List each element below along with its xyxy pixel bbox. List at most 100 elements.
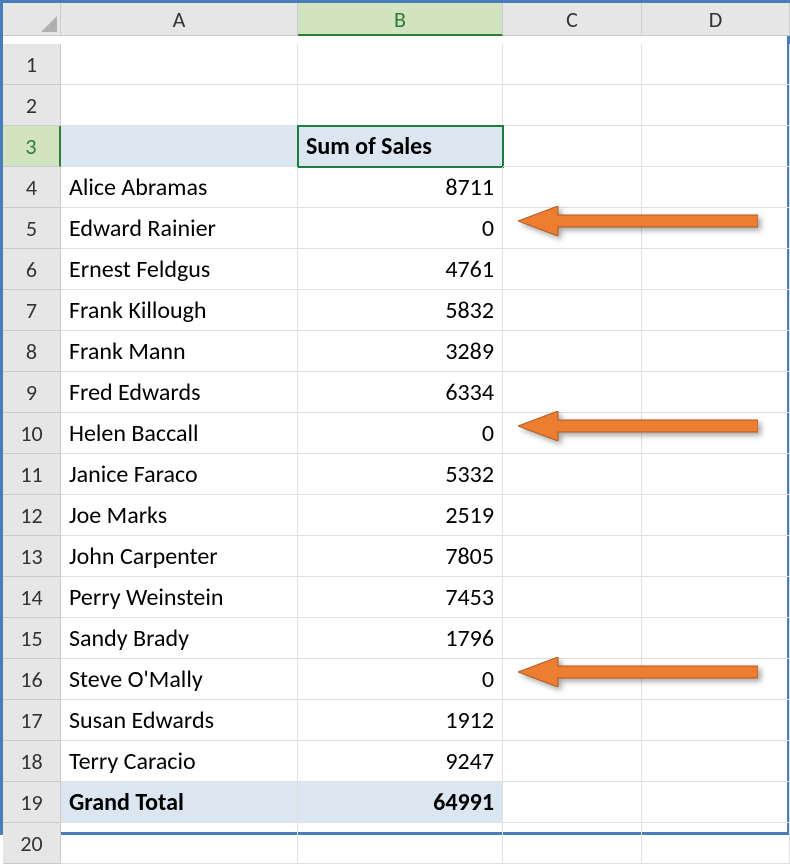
cell[interactable] [503, 249, 642, 290]
cell[interactable] [503, 741, 642, 782]
cell[interactable]: 0 [298, 208, 503, 249]
cell[interactable]: Terry Caracio [61, 741, 298, 782]
cell[interactable] [642, 454, 790, 495]
cell[interactable]: 1796 [298, 618, 503, 659]
column-header-c[interactable]: C [503, 3, 642, 36]
cell[interactable] [503, 577, 642, 618]
cell[interactable] [503, 495, 642, 536]
cell[interactable] [642, 495, 790, 536]
cell[interactable] [642, 372, 790, 413]
row-header[interactable]: 1 [3, 44, 61, 85]
cell[interactable]: John Carpenter [61, 536, 298, 577]
row-header[interactable]: 19 [3, 782, 61, 823]
cell[interactable]: Alice Abramas [61, 167, 298, 208]
cell[interactable] [298, 823, 503, 864]
cell[interactable] [298, 44, 503, 85]
cell[interactable] [642, 618, 790, 659]
cell[interactable] [503, 823, 642, 864]
row-header[interactable]: 9 [3, 372, 61, 413]
cell[interactable] [503, 208, 642, 249]
cell[interactable] [642, 208, 790, 249]
cell[interactable] [642, 782, 790, 823]
column-header-a[interactable]: A [61, 3, 298, 36]
cell[interactable]: 2519 [298, 495, 503, 536]
cell[interactable]: Fred Edwards [61, 372, 298, 413]
cell[interactable]: Helen Baccall [61, 413, 298, 454]
cell[interactable] [503, 618, 642, 659]
row-header[interactable]: 13 [3, 536, 61, 577]
cell[interactable] [642, 577, 790, 618]
cell[interactable] [642, 741, 790, 782]
cell[interactable] [642, 331, 790, 372]
cell[interactable]: 0 [298, 413, 503, 454]
cell[interactable] [642, 413, 790, 454]
row-header[interactable]: 11 [3, 454, 61, 495]
cell[interactable] [503, 536, 642, 577]
cell[interactable] [503, 85, 642, 126]
cell[interactable]: 5832 [298, 290, 503, 331]
row-header[interactable]: 4 [3, 167, 61, 208]
cell[interactable]: Frank Killough [61, 290, 298, 331]
cell[interactable] [503, 782, 642, 823]
row-header[interactable]: 17 [3, 700, 61, 741]
cell[interactable]: Janice Faraco [61, 454, 298, 495]
cell[interactable]: 7805 [298, 536, 503, 577]
cell[interactable] [642, 85, 790, 126]
row-header[interactable]: 6 [3, 249, 61, 290]
cell[interactable] [503, 290, 642, 331]
cell[interactable] [642, 290, 790, 331]
cell[interactable]: Frank Mann [61, 331, 298, 372]
cell[interactable]: 3289 [298, 331, 503, 372]
cell[interactable] [642, 659, 790, 700]
cell[interactable]: 6334 [298, 372, 503, 413]
cell[interactable]: Steve O'Mally [61, 659, 298, 700]
row-header[interactable]: 16 [3, 659, 61, 700]
cell[interactable] [61, 44, 298, 85]
cell[interactable] [642, 126, 790, 167]
cell[interactable] [503, 454, 642, 495]
cell[interactable] [61, 823, 298, 864]
cell[interactable]: Grand Total [61, 782, 298, 823]
column-header-b[interactable]: B [298, 3, 503, 36]
cell[interactable]: Sandy Brady [61, 618, 298, 659]
cell[interactable] [642, 44, 790, 85]
cell[interactable] [642, 823, 790, 864]
cell[interactable]: 1912 [298, 700, 503, 741]
cell[interactable]: 7453 [298, 577, 503, 618]
cell[interactable]: 4761 [298, 249, 503, 290]
row-header[interactable]: 8 [3, 331, 61, 372]
row-header[interactable]: 2 [3, 85, 61, 126]
row-header[interactable]: 10 [3, 413, 61, 454]
cell[interactable] [298, 85, 503, 126]
column-header-d[interactable]: D [642, 3, 790, 36]
cell[interactable]: Perry Weinstein [61, 577, 298, 618]
cell[interactable] [503, 331, 642, 372]
row-header[interactable]: 18 [3, 741, 61, 782]
cell[interactable]: 8711 [298, 167, 503, 208]
row-header[interactable]: 14 [3, 577, 61, 618]
cell[interactable] [503, 659, 642, 700]
cell[interactable]: 9247 [298, 741, 503, 782]
pivot-header-cell[interactable]: Sum of Sales [298, 126, 503, 167]
cell[interactable] [61, 85, 298, 126]
cell[interactable]: Joe Marks [61, 495, 298, 536]
cell[interactable]: Susan Edwards [61, 700, 298, 741]
cell[interactable] [503, 700, 642, 741]
select-all-corner[interactable] [3, 3, 61, 36]
cell[interactable]: 0 [298, 659, 503, 700]
cell[interactable]: Edward Rainier [61, 208, 298, 249]
row-header[interactable]: 5 [3, 208, 61, 249]
cell[interactable] [503, 126, 642, 167]
cell[interactable] [642, 536, 790, 577]
cell[interactable]: 64991 [298, 782, 503, 823]
spreadsheet-grid[interactable]: ABCD123Sum of Sales4Alice Abramas87115Ed… [3, 3, 787, 864]
cell[interactable] [642, 167, 790, 208]
cell[interactable]: Ernest Feldgus [61, 249, 298, 290]
cell[interactable] [503, 44, 642, 85]
cell[interactable] [503, 372, 642, 413]
cell[interactable]: 5332 [298, 454, 503, 495]
cell[interactable] [61, 126, 298, 167]
row-header[interactable]: 20 [3, 823, 61, 864]
row-header[interactable]: 7 [3, 290, 61, 331]
row-header[interactable]: 15 [3, 618, 61, 659]
